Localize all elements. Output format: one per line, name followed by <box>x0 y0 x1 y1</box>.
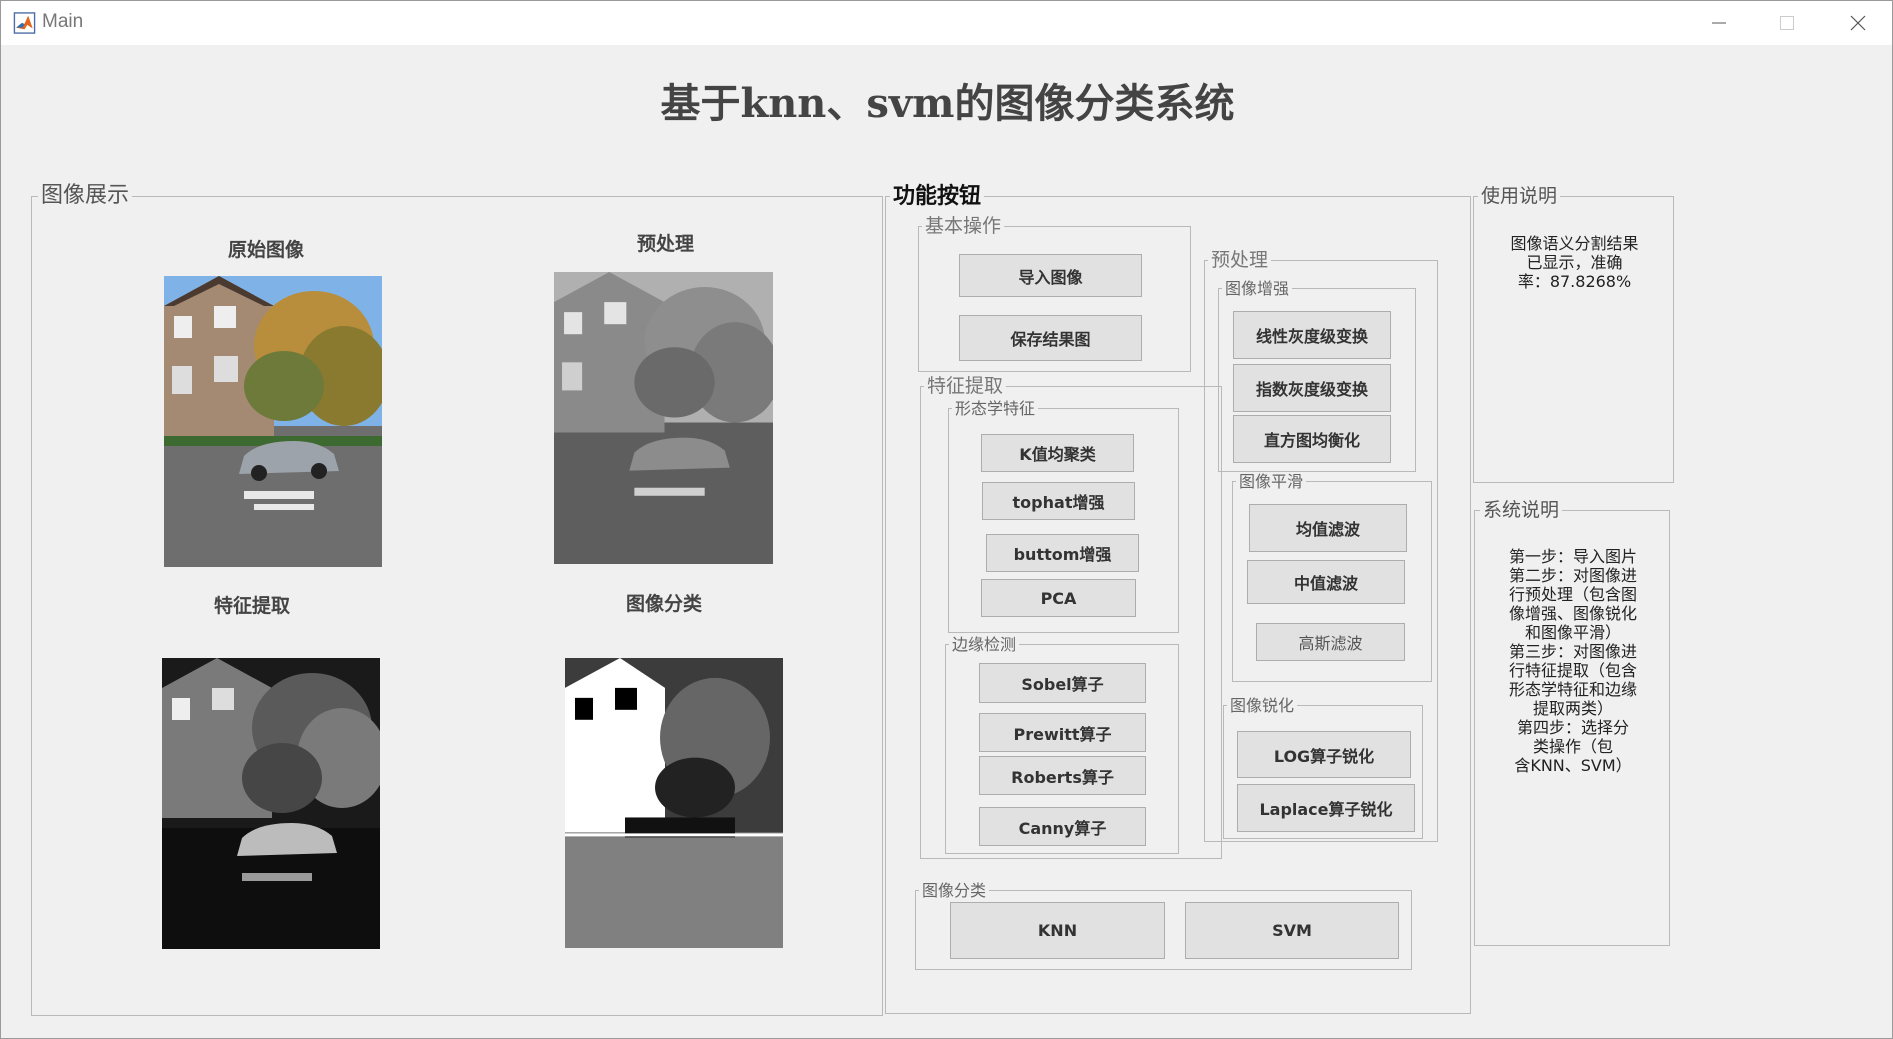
save-result-button[interactable]: 保存结果图 <box>959 315 1142 361</box>
import-image-button[interactable]: 导入图像 <box>959 254 1142 297</box>
knn-button[interactable]: KNN <box>950 902 1165 959</box>
original-image <box>164 276 382 567</box>
smooth-title: 图像平滑 <box>1236 473 1307 491</box>
median-filter-button[interactable]: 中值滤波 <box>1247 560 1405 604</box>
preprocessed-image <box>554 272 773 564</box>
sobel-button[interactable]: Sobel算子 <box>979 663 1146 703</box>
window-title: Main <box>42 11 84 32</box>
prewitt-button[interactable]: Prewitt算子 <box>979 713 1146 752</box>
kmeans-button[interactable]: K值均聚类 <box>981 434 1134 472</box>
pca-button[interactable]: PCA <box>981 579 1136 617</box>
classification-image <box>565 658 783 948</box>
feature-extraction-title: 特征提取 <box>924 376 1007 397</box>
canny-button[interactable]: Canny算子 <box>979 807 1146 846</box>
gauss-filter-button[interactable]: 高斯滤波 <box>1256 623 1405 661</box>
function-panel: 功能按钮 基本操作 导入图像 保存结果图 特征提取 形态学特征 K值均聚类 to… <box>885 184 1471 1014</box>
mean-filter-button[interactable]: 均值滤波 <box>1249 504 1407 552</box>
caption-preprocess: 预处理 <box>637 233 695 255</box>
usage-panel: 使用说明 图像语义分割结果 已显示，准确 率：87.8268% <box>1473 186 1674 483</box>
sharpen-group: 图像锐化 LOG算子锐化 Laplace算子锐化 <box>1223 697 1423 839</box>
usage-text: 图像语义分割结果 已显示，准确 率：87.8268% <box>1510 234 1639 291</box>
feature-image <box>162 658 380 949</box>
enhance-title: 图像增强 <box>1222 280 1293 298</box>
maximize-icon <box>1780 16 1794 30</box>
edge-detect-group: 边缘检测 Sobel算子 Prewitt算子 Roberts算子 Canny算子 <box>945 636 1179 854</box>
exp-gray-button[interactable]: 指数灰度级变换 <box>1233 364 1391 412</box>
classify-title: 图像分类 <box>919 882 990 900</box>
image-display-panel: 图像展示 原始图像 预处理 特征提取 图像分类 <box>31 183 883 1016</box>
maximize-button[interactable] <box>1762 7 1812 39</box>
function-panel-title: 功能按钮 <box>890 184 985 208</box>
matlab-logo-icon <box>13 12 36 34</box>
sharpen-title: 图像锐化 <box>1227 697 1298 715</box>
edge-detect-title: 边缘检测 <box>949 636 1020 654</box>
enhance-group: 图像增强 线性灰度级变换 指数灰度级变换 直方图均衡化 <box>1218 280 1416 472</box>
minimize-button[interactable] <box>1694 7 1744 39</box>
title-bar[interactable]: Main <box>1 1 1892 45</box>
bottom-button[interactable]: buttom增强 <box>986 534 1139 572</box>
linear-gray-button[interactable]: 线性灰度级变换 <box>1233 311 1391 359</box>
roberts-button[interactable]: Roberts算子 <box>979 756 1146 795</box>
classify-group: 图像分类 KNN SVM <box>915 882 1412 970</box>
image-display-panel-title: 图像展示 <box>38 183 133 209</box>
caption-feature: 特征提取 <box>214 595 291 617</box>
basic-ops-title: 基本操作 <box>922 216 1005 237</box>
svm-button[interactable]: SVM <box>1185 902 1399 959</box>
app-header-title: 基于knn、svm的图像分类系统 <box>660 80 1235 127</box>
morph-feature-title: 形态学特征 <box>952 400 1039 418</box>
system-text: 第一步：导入图片 第二步：对图像进 行预处理（包含图 像增强、图像锐化 和图像平… <box>1508 547 1637 775</box>
usage-panel-title: 使用说明 <box>1478 186 1561 207</box>
close-icon <box>1850 15 1866 31</box>
close-button[interactable] <box>1833 7 1883 39</box>
system-panel-title: 系统说明 <box>1480 500 1563 521</box>
tophat-button[interactable]: tophat增强 <box>982 482 1135 520</box>
hist-eq-button[interactable]: 直方图均衡化 <box>1233 415 1391 463</box>
main-window: Main 基于knn、svm的图像分类系统 图像展示 原始图像 预处理 特征提取… <box>0 0 1893 1039</box>
preprocess-group: 预处理 图像增强 线性灰度级变换 指数灰度级变换 直方图均衡化 图像平滑 均值滤… <box>1204 250 1438 842</box>
caption-classify: 图像分类 <box>626 593 703 615</box>
basic-ops-group: 基本操作 导入图像 保存结果图 <box>918 216 1191 372</box>
caption-original: 原始图像 <box>228 239 305 261</box>
smooth-group: 图像平滑 均值滤波 中值滤波 高斯滤波 <box>1232 473 1432 682</box>
preprocess-title: 预处理 <box>1208 250 1272 271</box>
system-panel: 系统说明 第一步：导入图片 第二步：对图像进 行预处理（包含图 像增强、图像锐化… <box>1474 500 1670 946</box>
feature-extraction-group: 特征提取 形态学特征 K值均聚类 tophat增强 buttom增强 PCA 边… <box>920 376 1222 859</box>
laplace-sharpen-button[interactable]: Laplace算子锐化 <box>1237 784 1415 832</box>
morph-feature-group: 形态学特征 K值均聚类 tophat增强 buttom增强 PCA <box>948 400 1179 633</box>
log-sharpen-button[interactable]: LOG算子锐化 <box>1237 731 1411 778</box>
minimize-icon <box>1712 22 1726 24</box>
